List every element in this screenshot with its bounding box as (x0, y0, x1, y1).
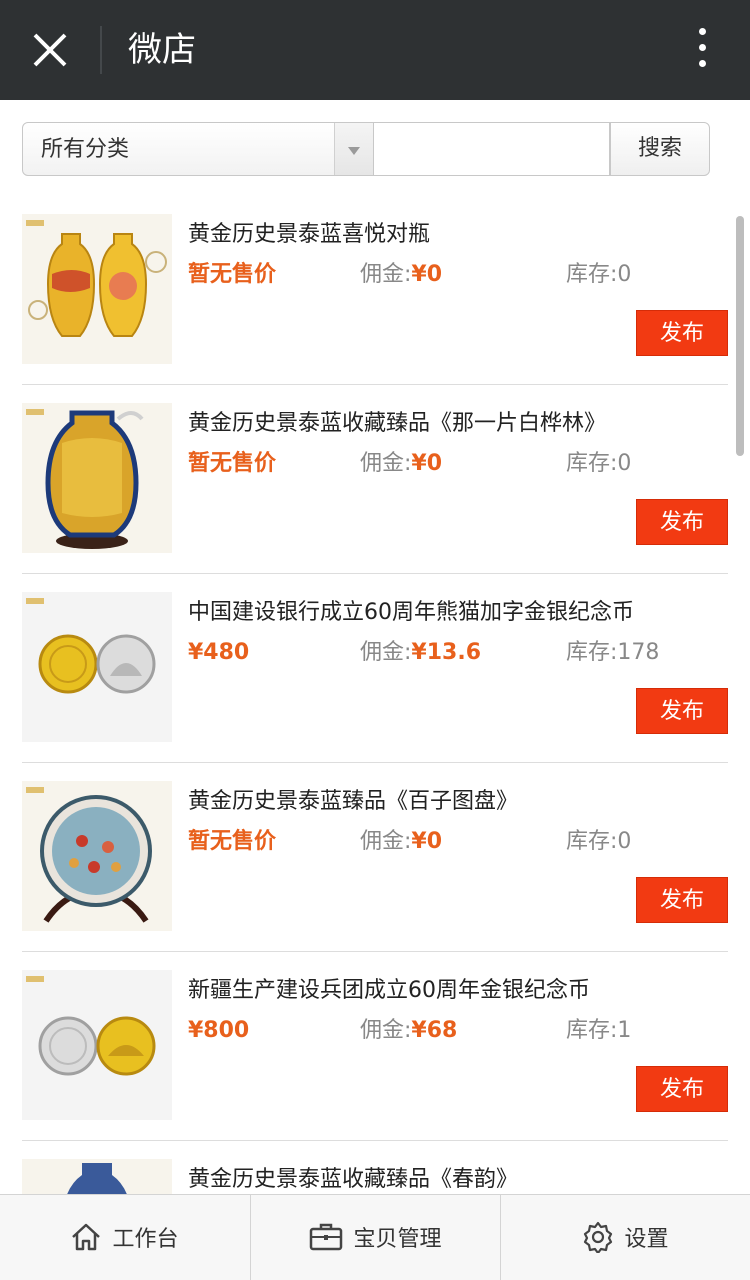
commission-value: ¥0 (411, 829, 443, 854)
title-bar: 微店 (0, 0, 750, 100)
product-commission: 佣金:¥0 (360, 827, 442, 857)
bottom-nav: 工作台 宝贝管理 设置 (0, 1194, 750, 1280)
stock-value: 0 (617, 451, 632, 476)
product-item[interactable]: 新疆生产建设兵团成立60周年金银纪念币 ¥800 佣金:¥68 库存:1 发布 (0, 952, 750, 1141)
product-name[interactable]: 黄金历史景泰蓝收藏臻品《那一片白桦林》 (188, 409, 606, 439)
product-stock: 库存:0 (566, 260, 631, 290)
category-selected-value: 所有分类 (41, 137, 130, 162)
product-name[interactable]: 黄金历史景泰蓝臻品《百子图盘》 (188, 787, 518, 817)
dropdown-arrow[interactable] (334, 123, 373, 175)
more-vertical-icon (690, 28, 714, 67)
product-price: ¥800 (188, 1018, 250, 1043)
title-divider (100, 26, 102, 74)
caret-down-icon (348, 147, 360, 155)
product-name[interactable]: 新疆生产建设兵团成立60周年金银纪念币 (188, 976, 590, 1006)
product-stock: 库存:0 (566, 449, 631, 479)
coins-image[interactable] (22, 592, 172, 742)
category-dropdown[interactable]: 所有分类 (22, 122, 374, 176)
nav-item-product-management[interactable]: 宝贝管理 (250, 1195, 500, 1280)
gear-icon (584, 1221, 613, 1255)
product-name[interactable]: 中国建设银行成立60周年熊猫加字金银纪念币 (188, 598, 634, 628)
product-stock: 库存:1 (566, 1016, 631, 1046)
stock-label: 库存: (566, 262, 618, 287)
commission-label: 佣金: (360, 640, 412, 665)
stock-label: 库存: (566, 451, 618, 476)
publish-button[interactable]: 发布 (636, 499, 728, 545)
product-commission: 佣金:¥68 (360, 1016, 457, 1046)
vase-image[interactable] (22, 1159, 172, 1194)
commission-value: ¥13.6 (411, 640, 482, 665)
commission-label: 佣金: (360, 262, 412, 287)
more-menu-button[interactable] (690, 28, 714, 74)
product-commission: 佣金:¥0 (360, 260, 442, 290)
stock-value: 0 (617, 829, 632, 854)
stock-label: 库存: (566, 640, 618, 665)
nav-item-workbench[interactable]: 工作台 (0, 1195, 249, 1280)
search-input[interactable] (374, 122, 610, 176)
product-list[interactable]: 黄金历史景泰蓝喜悦对瓶 暂无售价 佣金:¥0 库存:0 发布 黄金历史景泰蓝收藏… (0, 196, 750, 1194)
product-price: ¥480 (188, 640, 250, 665)
stock-value: 1 (617, 1018, 632, 1043)
wechat-shop-app: 微店 所有分类 搜索 黄金历史景泰蓝喜悦对瓶 暂无售价 佣金:¥0 库存:0 发… (0, 0, 750, 1280)
scrollbar[interactable] (736, 216, 744, 456)
product-price: 暂无售价 (188, 262, 277, 287)
product-price: 暂无售价 (188, 451, 277, 476)
product-item[interactable]: 黄金历史景泰蓝收藏臻品《那一片白桦林》 暂无售价 佣金:¥0 库存:0 发布 (0, 385, 750, 574)
filter-bar: 所有分类 搜索 (22, 122, 710, 178)
product-item[interactable]: 黄金历史景泰蓝臻品《百子图盘》 暂无售价 佣金:¥0 库存:0 发布 (0, 763, 750, 952)
vase-image[interactable] (22, 403, 172, 553)
plate-image[interactable] (22, 781, 172, 931)
commission-label: 佣金: (360, 1018, 412, 1043)
stock-label: 库存: (566, 1018, 618, 1043)
close-icon (33, 33, 67, 67)
commission-value: ¥68 (411, 1018, 458, 1043)
publish-button[interactable]: 发布 (636, 688, 728, 734)
product-commission: 佣金:¥0 (360, 449, 442, 479)
product-commission: 佣金:¥13.6 (360, 638, 481, 668)
commission-value: ¥0 (411, 451, 443, 476)
publish-button[interactable]: 发布 (636, 1066, 728, 1112)
home-icon (72, 1223, 101, 1251)
publish-button[interactable]: 发布 (636, 877, 728, 923)
commission-value: ¥0 (411, 262, 443, 287)
product-price: 暂无售价 (188, 829, 277, 854)
search-button[interactable]: 搜索 (610, 122, 710, 176)
product-item[interactable]: 中国建设银行成立60周年熊猫加字金银纪念币 ¥480 佣金:¥13.6 库存:1… (0, 574, 750, 763)
product-item[interactable]: 黄金历史景泰蓝喜悦对瓶 暂无售价 佣金:¥0 库存:0 发布 (0, 196, 750, 385)
stock-value: 178 (617, 640, 660, 665)
stock-label: 库存: (566, 829, 618, 854)
coins-image[interactable] (22, 970, 172, 1120)
vase-pair-image[interactable] (22, 214, 172, 364)
commission-label: 佣金: (360, 829, 412, 854)
publish-button[interactable]: 发布 (636, 310, 728, 356)
nav-label: 设置 (624, 1227, 669, 1252)
product-name[interactable]: 黄金历史景泰蓝收藏臻品《春韵》 (188, 1165, 518, 1194)
product-name[interactable]: 黄金历史景泰蓝喜悦对瓶 (188, 220, 430, 250)
stock-value: 0 (617, 262, 632, 287)
nav-item-settings[interactable]: 设置 (500, 1195, 750, 1280)
page-title: 微店 (128, 30, 196, 70)
product-stock: 库存:0 (566, 827, 631, 857)
nav-label: 工作台 (112, 1227, 179, 1252)
close-button[interactable] (20, 20, 80, 80)
commission-label: 佣金: (360, 451, 412, 476)
briefcase-icon (310, 1223, 343, 1251)
product-item[interactable]: 黄金历史景泰蓝收藏臻品《春韵》 (0, 1141, 750, 1194)
product-stock: 库存:178 (566, 638, 659, 668)
nav-label: 宝贝管理 (353, 1227, 442, 1252)
